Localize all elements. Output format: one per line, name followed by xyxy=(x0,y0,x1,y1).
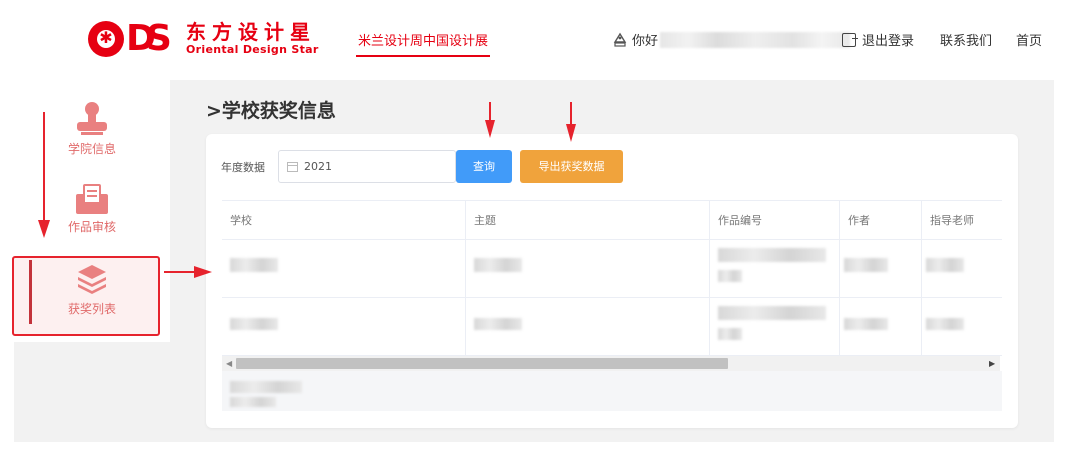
table-row[interactable] xyxy=(222,240,1002,298)
ods-logo-mark: ✱ D S xyxy=(88,20,176,58)
user-greeting[interactable]: 你好 xyxy=(612,30,851,49)
redacted-text xyxy=(474,318,522,330)
logo-text: 东方设计星 Oriental Design Star xyxy=(186,21,319,57)
logo-letter-s: S xyxy=(146,18,172,59)
redacted-text xyxy=(230,318,278,330)
year-picker[interactable]: 2021 xyxy=(278,150,456,183)
column-header-author[interactable]: 作者 xyxy=(840,201,922,241)
column-header-theme[interactable]: 主题 xyxy=(466,201,710,241)
table-cell xyxy=(466,298,710,356)
table-cell xyxy=(222,298,466,356)
export-award-data-button[interactable]: 导出获奖数据 xyxy=(520,150,623,183)
nav-active-underline xyxy=(356,55,490,57)
redacted-text xyxy=(474,258,522,272)
annotation-arrow-export-icon xyxy=(566,102,576,142)
year-label: 年度数据 xyxy=(221,161,265,174)
layers-icon xyxy=(78,265,106,294)
redacted-text xyxy=(926,318,964,330)
table-row xyxy=(222,371,1002,411)
table-cell xyxy=(710,240,840,298)
scroll-right-arrow-icon[interactable]: ▶ xyxy=(989,358,995,369)
calendar-icon xyxy=(287,161,298,172)
logout-label: 退出登录 xyxy=(862,34,915,49)
scroll-left-arrow-icon[interactable]: ◀ xyxy=(226,358,232,369)
query-button[interactable]: 查询 xyxy=(456,150,512,183)
redacted-text xyxy=(718,270,742,282)
contact-us-link[interactable]: 联系我们 xyxy=(940,30,992,49)
redacted-text xyxy=(718,248,826,262)
page-title: >学校获奖信息 xyxy=(206,100,336,122)
column-header-advisor[interactable]: 指导老师 xyxy=(922,201,1002,241)
annotation-arrow-right-icon xyxy=(164,266,212,278)
logo-chinese-name: 东方设计星 xyxy=(186,20,316,44)
page: ✱ D S 东方设计星 Oriental Design Star 米兰设计周中国… xyxy=(0,0,1080,469)
user-greeting-text: 你好 xyxy=(632,34,659,49)
table-cell xyxy=(922,298,1002,356)
table-header: 学校 主题 作品编号 作者 指导老师 xyxy=(222,200,1002,241)
logout-button[interactable]: 退出登录 xyxy=(842,30,914,49)
table-cell xyxy=(840,298,922,356)
redacted-text xyxy=(844,318,888,330)
table-cell xyxy=(710,298,840,356)
table-cell xyxy=(922,240,1002,298)
table-cell xyxy=(222,240,466,298)
top-header: ✱ D S 东方设计星 Oriental Design Star 米兰设计周中国… xyxy=(0,0,1080,78)
logo-asterisk-icon: ✱ xyxy=(99,28,113,47)
year-value: 2021 xyxy=(304,160,332,173)
sidebar-item-label: 获奖列表 xyxy=(67,302,116,316)
stamp-icon xyxy=(77,100,107,136)
table-row[interactable] xyxy=(222,298,1002,356)
sidebar-item-award-list[interactable]: 获奖列表 xyxy=(14,262,170,317)
redacted-text xyxy=(230,397,276,407)
user-icon xyxy=(612,32,628,48)
nav-milan-design-week[interactable]: 米兰设计周中国设计展 xyxy=(358,30,488,49)
redacted-text xyxy=(230,381,302,393)
award-table: 学校 主题 作品编号 作者 指导老师 ◀ ▶ xyxy=(222,200,1002,411)
scrollbar-thumb[interactable] xyxy=(236,358,728,369)
annotation-arrow-down-icon xyxy=(38,112,50,238)
logo[interactable]: ✱ D S 东方设计星 Oriental Design Star xyxy=(88,20,319,58)
column-header-school[interactable]: 学校 xyxy=(222,201,466,241)
user-name-redacted xyxy=(660,31,851,48)
table-cell xyxy=(840,240,922,298)
redacted-text xyxy=(230,258,278,272)
logout-icon xyxy=(842,32,858,47)
sidebar-item-label: 作品审核 xyxy=(67,220,116,234)
column-header-work-number[interactable]: 作品编号 xyxy=(710,201,840,241)
annotation-arrow-query-icon xyxy=(485,102,495,138)
table-cell xyxy=(466,240,710,298)
logo-english-name: Oriental Design Star xyxy=(186,43,319,56)
sidebar-item-label: 学院信息 xyxy=(67,142,116,156)
mail-document-icon xyxy=(76,184,108,214)
redacted-text xyxy=(718,328,742,340)
redacted-text xyxy=(844,258,888,272)
redacted-text xyxy=(926,258,964,272)
home-link[interactable]: 首页 xyxy=(1016,30,1042,49)
redacted-text xyxy=(718,306,826,320)
